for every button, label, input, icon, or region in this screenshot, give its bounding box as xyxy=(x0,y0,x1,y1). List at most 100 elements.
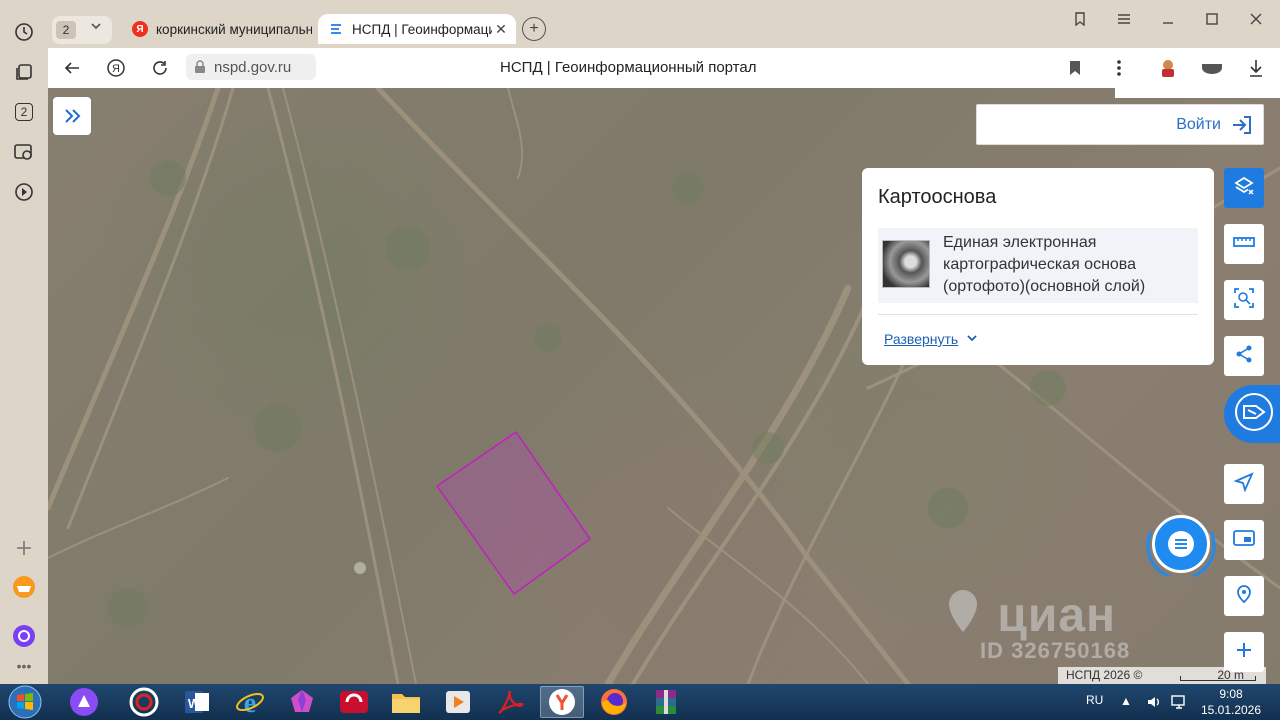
svg-text:e: e xyxy=(244,688,256,717)
play-icon[interactable] xyxy=(10,178,38,206)
taskbar-explorer-icon[interactable] xyxy=(384,686,428,718)
divider xyxy=(878,314,1198,315)
tab-korkinsky[interactable]: Я коркинский муниципальный округ xyxy=(122,14,312,44)
login-button[interactable]: Войти xyxy=(976,104,1264,145)
taskbar-video-icon[interactable] xyxy=(436,686,480,718)
location-search-icon xyxy=(1234,584,1254,609)
bookmarks-panel-icon[interactable] xyxy=(1069,8,1091,30)
zoom-in-button[interactable] xyxy=(1224,632,1264,672)
maximize-icon[interactable] xyxy=(1201,8,1223,30)
network-icon[interactable] xyxy=(1170,694,1188,713)
address-bar: Я nspd.gov.ru НСПД | Геоинформационный п… xyxy=(48,48,1280,88)
tab-close-icon[interactable]: ✕ xyxy=(492,21,510,38)
taskbar-alice-icon[interactable] xyxy=(62,686,106,718)
vpn-icon[interactable] xyxy=(1200,56,1224,80)
language-indicator[interactable]: RU xyxy=(1086,693,1103,707)
chevron-down-icon xyxy=(90,20,102,35)
add-icon[interactable] xyxy=(10,534,38,562)
taskbar-media-icon[interactable] xyxy=(332,686,376,718)
alice-icon[interactable] xyxy=(10,622,38,650)
back-icon[interactable] xyxy=(60,56,84,80)
more-vertical-icon[interactable] xyxy=(1107,56,1131,80)
extension-icon[interactable] xyxy=(1156,56,1180,80)
navigate-button[interactable] xyxy=(1224,464,1264,504)
tab-title: коркинский муниципальный округ xyxy=(156,21,312,37)
plus-icon xyxy=(1236,642,1252,663)
picture-in-picture-button[interactable] xyxy=(1224,520,1264,560)
taskbar-ccleaner-icon[interactable] xyxy=(122,686,166,718)
browser-sidebar: 2 ••• xyxy=(0,0,48,684)
expand-sidebar-button[interactable] xyxy=(53,97,91,135)
yandex-icon: Я xyxy=(132,21,148,37)
scale-bar: 20 m xyxy=(1166,667,1266,684)
tab-nspd[interactable]: НСПД | Геоинформационный портал ✕ xyxy=(318,14,516,44)
reload-icon[interactable] xyxy=(148,56,172,80)
new-tab-button[interactable]: + xyxy=(522,17,546,41)
watermark-text: циан xyxy=(997,589,1117,642)
taskbar-word-icon[interactable]: W xyxy=(175,686,219,718)
select-area-button[interactable] xyxy=(1224,280,1264,320)
bookmark-icon[interactable] xyxy=(1063,56,1087,80)
svg-text:W: W xyxy=(188,696,201,711)
layers-button[interactable] xyxy=(1224,168,1264,208)
market-app-icon[interactable] xyxy=(10,573,38,601)
volume-icon[interactable] xyxy=(1146,694,1162,713)
layers-icon xyxy=(1233,175,1255,202)
tray-expand-icon[interactable]: ▲ xyxy=(1120,694,1132,708)
start-button[interactable] xyxy=(2,685,48,719)
tabs-count-icon[interactable]: 2 xyxy=(10,98,38,126)
land-parcel-polygon xyxy=(435,430,592,596)
expand-label: Развернуть xyxy=(884,331,959,347)
login-label: Войти xyxy=(1176,116,1221,133)
history-icon[interactable] xyxy=(10,18,38,46)
share-icon xyxy=(1234,344,1254,369)
navigation-arrow-icon xyxy=(1233,471,1254,497)
nspd-icon xyxy=(328,21,344,37)
screenshot-icon[interactable] xyxy=(10,138,38,166)
tab-counter-button[interactable]: 2 xyxy=(52,16,112,44)
expand-link[interactable]: Развернуть xyxy=(884,331,978,347)
select-area-icon xyxy=(1233,287,1255,314)
header-strip xyxy=(1115,88,1280,98)
taskbar-yandex-browser-icon[interactable] xyxy=(540,686,584,718)
menu-icon[interactable] xyxy=(1113,8,1135,30)
ruler-icon xyxy=(1233,235,1255,254)
map-folder-icon xyxy=(1234,392,1274,437)
clock-time: 9:08 xyxy=(1219,687,1243,701)
collections-icon[interactable] xyxy=(10,58,38,86)
basemap-layer-item[interactable]: Единая электронная картографическая осно… xyxy=(878,228,1198,303)
location-search-button[interactable] xyxy=(1224,576,1264,616)
download-icon[interactable] xyxy=(1244,56,1268,80)
watermark-id: ID 326750168 xyxy=(980,638,1131,663)
login-icon xyxy=(1231,114,1253,141)
page-title: НСПД | Геоинформационный портал xyxy=(500,59,757,76)
yandex-button-icon[interactable]: Я xyxy=(104,56,128,80)
clock-date: 15.01.2026 xyxy=(1200,703,1262,717)
url-text: nspd.gov.ru xyxy=(214,58,292,76)
taskbar-firefox-icon[interactable] xyxy=(592,686,636,718)
basemap-panel: Картооснова Единая электронная картограф… xyxy=(862,168,1214,365)
tabs-count-badge: 2 xyxy=(15,103,33,121)
map-attribution: НСПД 2026 © xyxy=(1058,667,1166,684)
panel-title: Картооснова xyxy=(878,186,997,208)
minimize-icon[interactable] xyxy=(1157,8,1179,30)
taskbar-ie-icon[interactable]: e xyxy=(228,686,272,718)
clock[interactable]: 9:08 15.01.2026 xyxy=(1196,686,1266,718)
ruler-button[interactable] xyxy=(1224,224,1264,264)
share-button[interactable] xyxy=(1224,336,1264,376)
chevron-down-icon xyxy=(966,331,978,347)
taskbar-pdf-icon[interactable] xyxy=(488,686,532,718)
layer-thumbnail xyxy=(882,240,930,288)
layer-name: Единая электронная картографическая осно… xyxy=(943,234,1146,295)
close-window-icon[interactable] xyxy=(1245,8,1267,30)
taskbar-winrar-icon[interactable] xyxy=(644,686,688,718)
scale-line xyxy=(1180,676,1256,681)
url-field[interactable]: nspd.gov.ru xyxy=(186,54,316,80)
chat-button[interactable] xyxy=(1145,508,1217,580)
windows-taskbar: W e RU ▲ 9:08 15.01.2026 xyxy=(0,684,1280,720)
map-view[interactable]: Войти Картооснова Единая электронная кар… xyxy=(48,88,1280,684)
tab-count: 2 xyxy=(56,21,76,39)
basemap-toggle-button[interactable] xyxy=(1224,385,1280,443)
taskbar-gem-icon[interactable] xyxy=(280,686,324,718)
more-icon[interactable]: ••• xyxy=(10,652,38,680)
